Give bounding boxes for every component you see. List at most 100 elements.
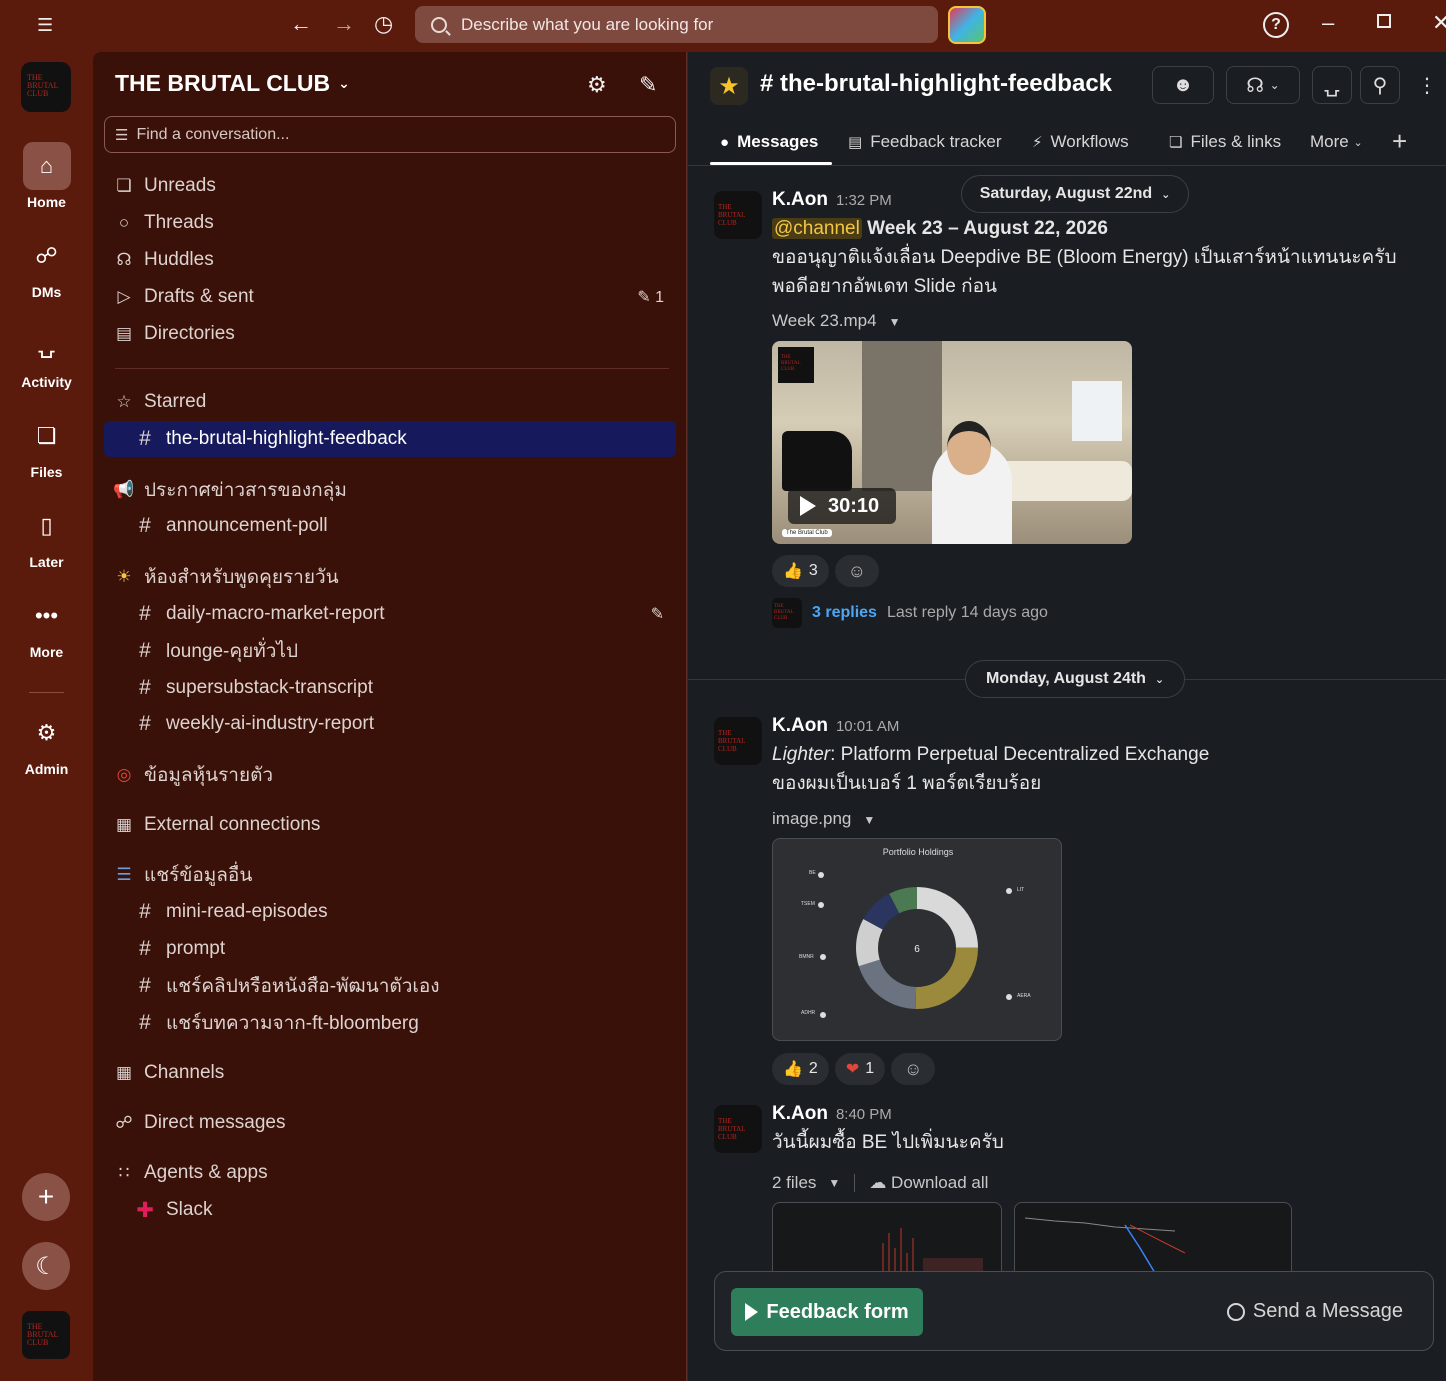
- message-time[interactable]: 10:01 AM: [836, 718, 899, 735]
- notifications-button[interactable]: ⍽: [1312, 66, 1352, 104]
- rail-item-more[interactable]: ••• More: [0, 592, 93, 660]
- author-avatar[interactable]: THE BRUTAL CLUB: [714, 191, 762, 239]
- sidebar-item-drafts[interactable]: ▷ Drafts & sent ✎ 1: [104, 279, 676, 315]
- file-thumbnail-chart-2[interactable]: [1014, 1202, 1292, 1272]
- sidebar-item-agents-apps[interactable]: ∷ Agents & apps: [104, 1155, 676, 1191]
- tab-files-links[interactable]: ❏ Files & links: [1169, 132, 1281, 152]
- sidebar-item-threads[interactable]: ○ Threads: [104, 205, 676, 241]
- compose-icon[interactable]: ✎: [639, 72, 657, 98]
- sidebar-item-huddles[interactable]: ☊ Huddles: [104, 242, 676, 278]
- date-divider-pill[interactable]: Monday, August 24th ⌄: [965, 660, 1185, 698]
- message-text: Lighter: Platform Perpetual Decentralize…: [772, 740, 1209, 798]
- reaction-thumbs-up[interactable]: 👍 3: [772, 555, 829, 587]
- thread-summary[interactable]: THE BRUTAL CLUB 3 replies Last reply 14 da…: [772, 598, 1048, 628]
- more-options-icon[interactable]: ⋮: [1412, 66, 1442, 104]
- members-button[interactable]: ☻: [1152, 66, 1214, 104]
- app-slack[interactable]: ✚ Slack: [104, 1192, 676, 1228]
- replies-link[interactable]: 3 replies: [812, 604, 877, 622]
- sidebar-item-directories[interactable]: ▤ Directories: [104, 316, 676, 352]
- tab-messages[interactable]: ● Messages: [720, 132, 818, 152]
- feedback-form-button[interactable]: Feedback form: [731, 1288, 923, 1336]
- file-thumbnail-chart-1[interactable]: [772, 1202, 1002, 1272]
- send-message-button[interactable]: Send a Message: [1226, 1300, 1403, 1323]
- file-name-toggle[interactable]: image.png ▼: [772, 809, 875, 829]
- channel-mention[interactable]: @channel: [772, 218, 862, 239]
- reaction-heart[interactable]: ❤ 1: [834, 1053, 886, 1085]
- slack-logo-icon: ✚: [136, 1198, 154, 1222]
- rail-item-home[interactable]: ⌂ Home: [0, 142, 93, 210]
- download-all-button[interactable]: Download all: [891, 1173, 988, 1193]
- minimize-icon[interactable]: –: [1322, 10, 1334, 36]
- close-icon[interactable]: ✕: [1432, 10, 1446, 36]
- author-avatar[interactable]: THE BRUTAL CLUB: [714, 1105, 762, 1153]
- back-arrow-icon[interactable]: ←: [290, 13, 312, 35]
- history-icon[interactable]: ◷: [374, 13, 393, 35]
- date-divider-pill[interactable]: Saturday, August 22nd ⌄: [961, 175, 1189, 213]
- image-attachment[interactable]: Portfolio Holdings 6 BE TSEM BMNR ADHR L: [772, 838, 1062, 1041]
- message-time[interactable]: 1:32 PM: [836, 192, 892, 209]
- maximize-icon[interactable]: [1377, 14, 1391, 28]
- workspace-logo[interactable]: THE BRUTAL CLUB: [21, 62, 71, 112]
- rail-item-dms[interactable]: ☍ DMs: [0, 232, 93, 300]
- add-reaction-button[interactable]: ☺: [834, 555, 879, 587]
- workspace-name-button[interactable]: THE BRUTAL CLUB ⌄: [115, 70, 350, 97]
- section-stock-info[interactable]: ◎ ข้อมูลหุ้นรายตัว: [104, 757, 676, 793]
- rail-item-later[interactable]: ▯ Later: [0, 502, 93, 570]
- hamburger-menu-icon[interactable]: ☰: [37, 14, 53, 36]
- author-avatar[interactable]: THE BRUTAL CLUB: [714, 717, 762, 765]
- more-icon: •••: [34, 603, 59, 628]
- app-avatar[interactable]: [948, 6, 986, 44]
- message-author[interactable]: K.Aon 10:01 AM: [772, 715, 899, 737]
- file-name-toggle[interactable]: Week 23.mp4 ▼: [772, 311, 900, 331]
- rail-item-activity[interactable]: ⍽ Activity: [0, 322, 93, 390]
- channel-title[interactable]: # the-brutal-highlight-feedback: [760, 70, 1112, 98]
- channel-announcement-poll[interactable]: # announcement-poll: [104, 508, 676, 544]
- message-time[interactable]: 8:40 PM: [836, 1106, 892, 1123]
- reaction-thumbs-up[interactable]: 👍 2: [772, 1053, 829, 1085]
- forward-arrow-icon[interactable]: →: [333, 13, 355, 35]
- channel-mini-read-episodes[interactable]: # mini-read-episodes: [104, 894, 676, 930]
- channel-prompt[interactable]: # prompt: [104, 931, 676, 967]
- sidebar-item-external-connections[interactable]: ▦ External connections: [104, 807, 676, 843]
- tab-feedback-tracker[interactable]: ▤ Feedback tracker: [848, 132, 1002, 152]
- files-count[interactable]: 2 files: [772, 1173, 816, 1193]
- section-daily-talk[interactable]: ☀ ห้องสำหรับพูดคุยรายวัน: [104, 559, 676, 595]
- video-attachment[interactable]: THE BRUTAL CLUB 30:10 The Brutal Club: [772, 341, 1132, 544]
- search-channel-button[interactable]: ⚲: [1360, 66, 1400, 104]
- find-conversation-input[interactable]: ☰ Find a conversation...: [104, 116, 676, 153]
- search-bar[interactable]: Describe what you are looking for: [415, 6, 938, 43]
- channel-daily-macro-market-report[interactable]: # daily-macro-market-report ✎: [104, 596, 676, 632]
- sidebar-item-unreads[interactable]: ❏ Unreads: [104, 168, 676, 204]
- video-duration[interactable]: 30:10: [788, 488, 896, 524]
- channel-supersubstack-transcript[interactable]: # supersubstack-transcript: [104, 670, 676, 706]
- add-reaction-button[interactable]: ☺: [891, 1053, 936, 1085]
- sidebar-item-channels[interactable]: ▦ Channels: [104, 1055, 676, 1091]
- moon-icon[interactable]: ☾: [22, 1242, 70, 1290]
- add-tab-icon[interactable]: +: [1392, 126, 1407, 157]
- author-name: K.Aon: [772, 189, 828, 210]
- section-share-info[interactable]: ☰ แชร์ข้อมูลอื่น: [104, 857, 676, 893]
- tab-workflows[interactable]: ⚡ Workflows: [1032, 132, 1129, 152]
- caret-down-icon[interactable]: ▼: [828, 1176, 840, 1190]
- add-workspace-icon[interactable]: +: [22, 1173, 70, 1221]
- channel-share-ft-bloomberg[interactable]: # แชร์บทความจาก-ft-bloomberg: [104, 1005, 676, 1041]
- channel-share-clips-books[interactable]: # แชร์คลิปหรือหนังสือ-พัฒนาตัวเอง: [104, 968, 676, 1004]
- rail-divider: [29, 692, 64, 693]
- section-starred[interactable]: ☆ Starred: [104, 384, 676, 420]
- message-author[interactable]: K.Aon 8:40 PM: [772, 1103, 892, 1125]
- message-list[interactable]: Saturday, August 22nd ⌄ THE BRUTAL CLUB K.…: [688, 167, 1446, 1381]
- section-announcements[interactable]: 📢 ประกาศข่าวสารของกลุ่ม: [104, 472, 676, 508]
- star-icon[interactable]: ★: [710, 67, 748, 105]
- message-author[interactable]: K.Aon 1:32 PM: [772, 189, 892, 211]
- sidebar-item-direct-messages[interactable]: ☍ Direct messages: [104, 1105, 676, 1141]
- channel-weekly-ai-industry-report[interactable]: # weekly-ai-industry-report: [104, 706, 676, 742]
- channel-lounge[interactable]: # lounge-คุยทั่วไป: [104, 633, 676, 669]
- rail-item-files[interactable]: ❏ Files: [0, 412, 93, 480]
- settings-gear-icon[interactable]: ⚙: [587, 72, 607, 98]
- help-icon[interactable]: ?: [1263, 12, 1289, 38]
- huddle-button[interactable]: ☊ ⌄: [1226, 66, 1300, 104]
- user-avatar[interactable]: THE BRUTAL CLUB: [22, 1311, 70, 1359]
- channel-the-brutal-highlight-feedback[interactable]: # the-brutal-highlight-feedback: [104, 421, 676, 457]
- rail-item-admin[interactable]: ⚙ Admin: [0, 709, 93, 777]
- tab-more[interactable]: More ⌄: [1310, 132, 1363, 152]
